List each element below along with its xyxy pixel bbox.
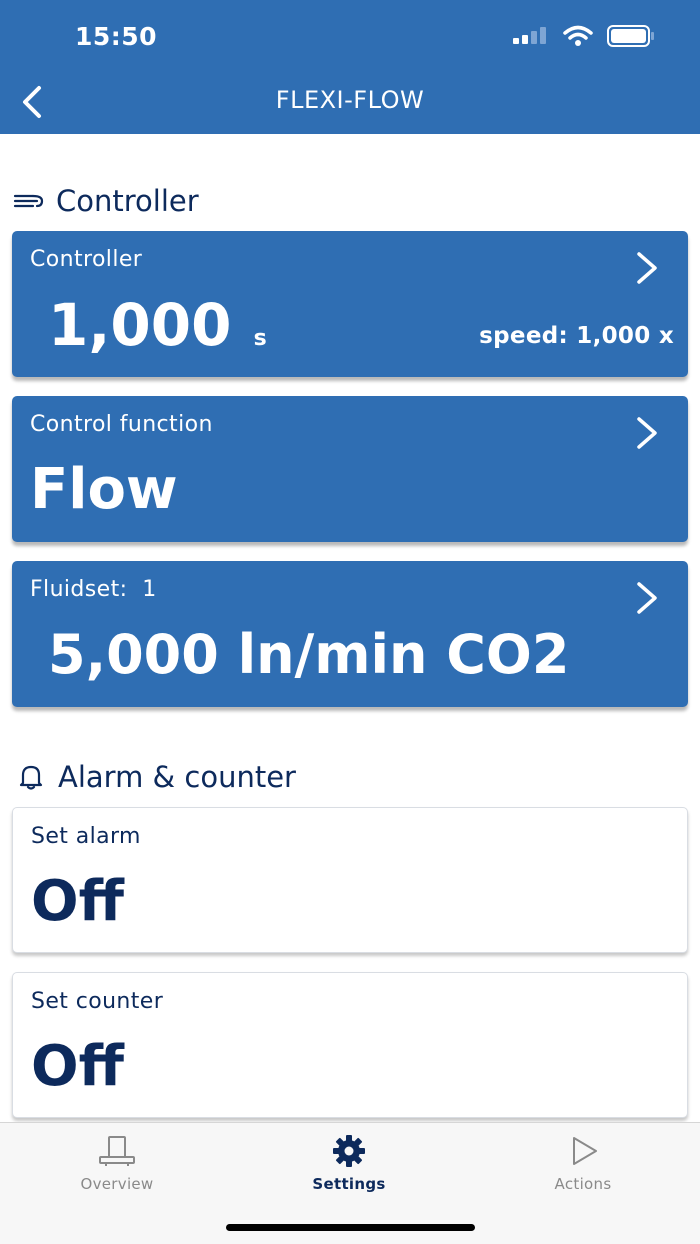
- set-counter-label: Set counter: [31, 989, 164, 1014]
- wifi-icon: [563, 25, 593, 51]
- controller-speed: speed: 1,000 x: [479, 323, 674, 349]
- fluidset-card-label: Fluidset: 1: [30, 577, 157, 602]
- tab-overview-label: Overview: [80, 1175, 154, 1193]
- chevron-right-icon: [637, 582, 657, 614]
- set-counter-card[interactable]: Set counter Off: [12, 972, 688, 1118]
- status-icons: [513, 24, 655, 52]
- gear-icon: [329, 1133, 369, 1169]
- fluidset-value: 5,000 ln/min CO2: [48, 623, 570, 686]
- tab-actions-label: Actions: [554, 1175, 612, 1193]
- tab-actions[interactable]: Actions: [513, 1133, 653, 1197]
- section-alarm-counter: Alarm & counter: [14, 760, 296, 794]
- controller-card[interactable]: Controller 1,000 s speed: 1,000 x: [12, 231, 688, 377]
- set-counter-value: Off: [31, 1034, 124, 1099]
- app-header: 15:50 FLEXI-FLOW: [0, 0, 700, 134]
- device-icon: [97, 1133, 137, 1169]
- control-function-card-label: Control function: [30, 412, 213, 437]
- home-indicator: [226, 1224, 475, 1231]
- page-title: FLEXI-FLOW: [275, 86, 425, 114]
- set-alarm-card[interactable]: Set alarm Off: [12, 807, 688, 953]
- fluidset-card[interactable]: Fluidset: 1 5,000 ln/min CO2: [12, 561, 688, 707]
- control-function-card[interactable]: Control function Flow: [12, 396, 688, 542]
- tab-settings[interactable]: Settings: [279, 1133, 419, 1197]
- battery-icon: [607, 24, 655, 52]
- play-icon: [563, 1133, 603, 1169]
- controller-card-label: Controller: [30, 247, 143, 272]
- set-alarm-value: Off: [31, 869, 124, 934]
- chevron-right-icon: [637, 252, 657, 284]
- bell-icon: [14, 762, 48, 792]
- status-time: 15:50: [75, 22, 158, 51]
- set-alarm-label: Set alarm: [31, 824, 141, 849]
- flow-lines-icon: [12, 186, 46, 216]
- controller-value: 1,000 s: [48, 293, 267, 371]
- cellular-signal-icon: [513, 26, 549, 50]
- tab-settings-label: Settings: [312, 1175, 386, 1193]
- tab-overview[interactable]: Overview: [47, 1133, 187, 1197]
- controller-value-unit: s: [253, 326, 267, 351]
- controller-value-number: 1,000: [48, 291, 232, 359]
- section-controller: Controller: [12, 184, 199, 218]
- chevron-right-icon: [637, 417, 657, 449]
- control-function-value: Flow: [30, 457, 178, 522]
- section-title-label: Controller: [56, 184, 199, 218]
- section-title-label: Alarm & counter: [58, 760, 296, 794]
